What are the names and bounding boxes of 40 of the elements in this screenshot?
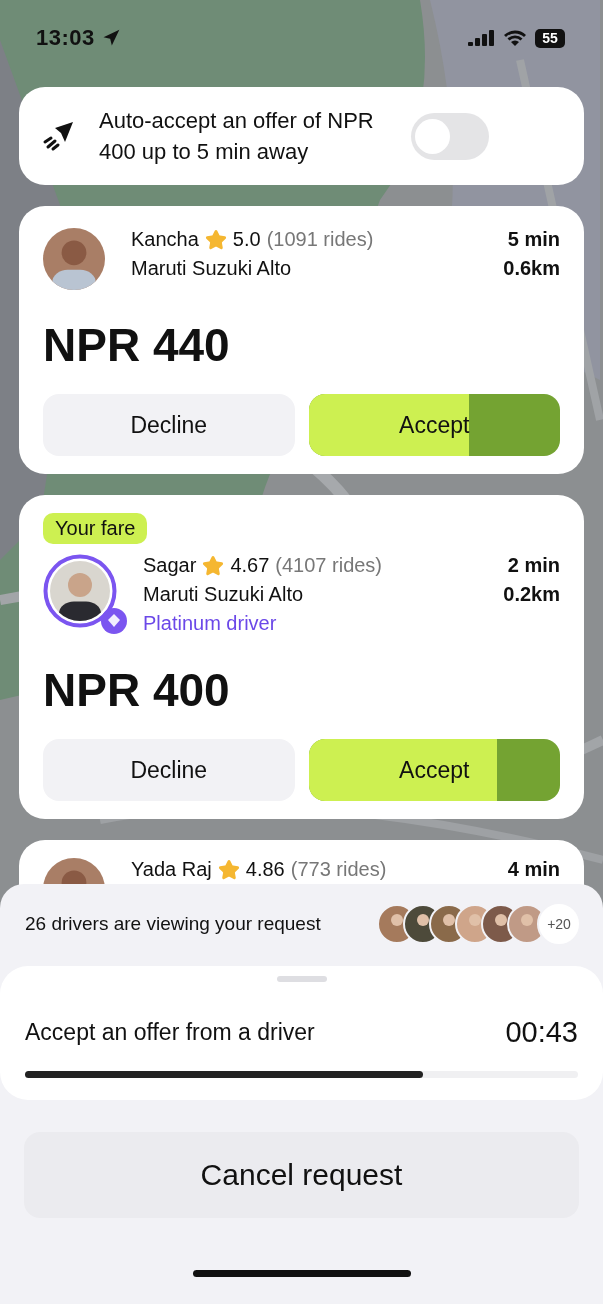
driver-name: Yada Raj bbox=[131, 858, 212, 881]
car-model: Maruti Suzuki Alto bbox=[143, 583, 305, 606]
driver-rating: 4.86 bbox=[245, 858, 285, 881]
driver-rating: 5.0 bbox=[232, 228, 261, 251]
eta: 5 min bbox=[507, 228, 560, 251]
ride-count: (4107 rides) bbox=[275, 554, 383, 577]
driver-rating: 4.67 bbox=[230, 554, 270, 577]
star-icon bbox=[217, 858, 240, 881]
auto-accept-text: Auto-accept an offer of NPR 400 up to 5 min away bbox=[99, 107, 375, 166]
signal-icon bbox=[468, 30, 495, 46]
timer-title: Accept an offer from a driver bbox=[25, 1019, 315, 1046]
driver-level-label: Platinum driver bbox=[143, 612, 277, 635]
accept-button[interactable]: Accept bbox=[308, 394, 560, 456]
decline-button[interactable]: Decline bbox=[43, 394, 295, 456]
fare-price: NPR 400 bbox=[43, 663, 231, 717]
car-model: Maruti Suzuki Alto bbox=[131, 257, 293, 280]
eta: 2 min bbox=[507, 554, 560, 577]
distance: 0.2km bbox=[503, 583, 560, 606]
distance: 0.6km bbox=[503, 257, 560, 280]
star-icon bbox=[204, 228, 227, 251]
avatar bbox=[50, 561, 110, 621]
accept-button[interactable]: Accept bbox=[308, 739, 560, 801]
more-drivers-count: +20 bbox=[537, 902, 581, 946]
fare-badge: Your fare bbox=[43, 513, 148, 544]
eta: 4 min bbox=[507, 858, 560, 881]
star-icon bbox=[202, 554, 225, 577]
ride-count: (773 rides) bbox=[290, 858, 387, 881]
fare-price: NPR 440 bbox=[43, 318, 231, 372]
driver-name: Kancha bbox=[131, 228, 199, 251]
ride-count: (1091 rides) bbox=[266, 228, 374, 251]
diamond-badge-icon bbox=[101, 608, 127, 634]
wifi-icon bbox=[503, 29, 527, 47]
decline-button[interactable]: Decline bbox=[43, 739, 295, 801]
sheet-handle[interactable] bbox=[276, 976, 327, 982]
auto-accept-toggle[interactable] bbox=[411, 112, 489, 160]
clock: 13:03 bbox=[36, 25, 95, 51]
countdown: 00:43 bbox=[505, 1016, 578, 1049]
cancel-request-button[interactable]: Cancel request bbox=[24, 1132, 579, 1218]
viewers-text: 26 drivers are viewing your request bbox=[25, 912, 321, 936]
driver-name: Sagar bbox=[143, 554, 197, 577]
